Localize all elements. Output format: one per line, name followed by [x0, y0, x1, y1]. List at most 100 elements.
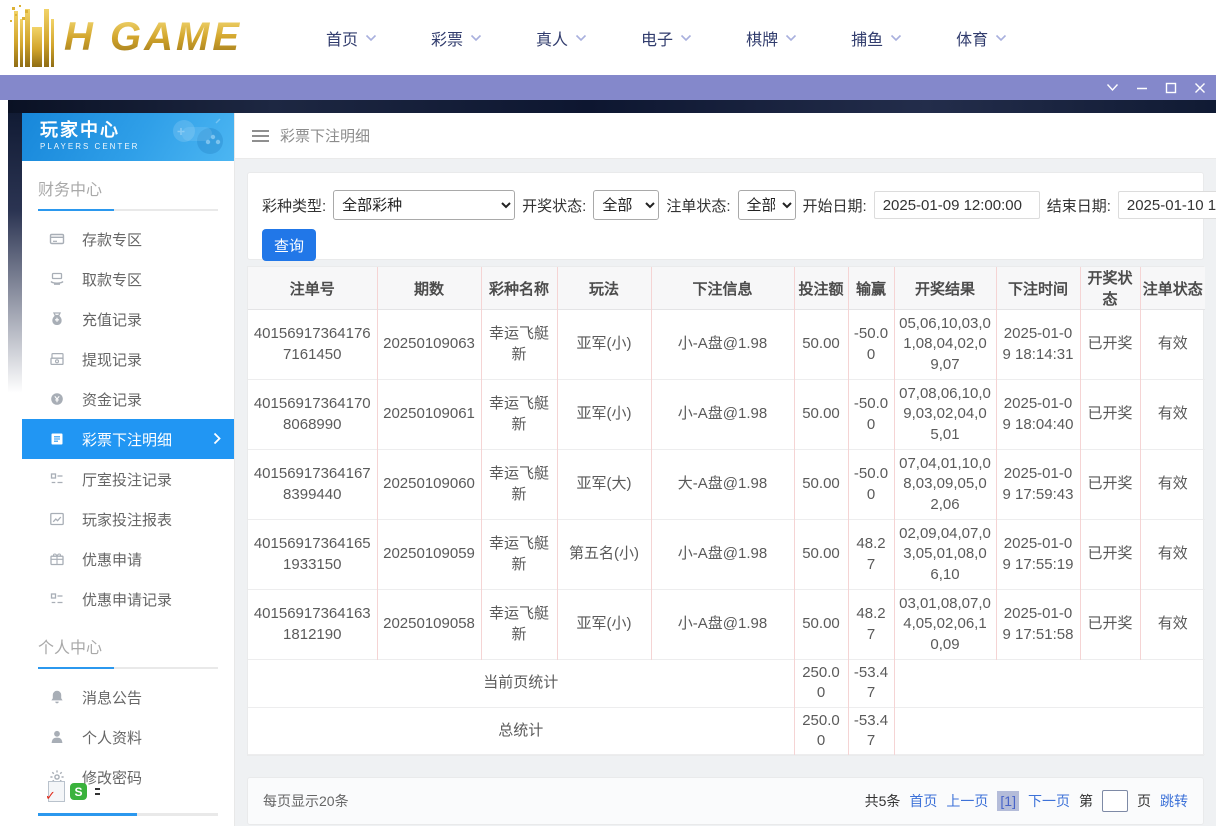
sidebar-item-个人资料[interactable]: 个人资料: [22, 717, 234, 757]
minimize-icon[interactable]: [1136, 82, 1148, 94]
chevron-right-icon: [213, 432, 221, 445]
nav-item-棋牌[interactable]: 棋牌: [746, 26, 797, 50]
summary-row: 总统计 250.00 -53.47: [248, 707, 1205, 755]
chevron-down-icon: [891, 34, 902, 41]
pagination-first[interactable]: 首页: [909, 791, 937, 811]
table-cell: 幸运飞艇新: [480, 379, 557, 450]
sidebar-item-label: 优惠申请记录: [82, 591, 173, 609]
start-date-input[interactable]: [873, 191, 1040, 219]
sidebar-item-消息公告[interactable]: 消息公告: [22, 677, 234, 717]
nav-item-捕鱼[interactable]: 捕鱼: [851, 26, 902, 50]
pagination-bar: 每页显示20条 共5条 首页 上一页 [1] 下一页 第 页 跳转: [247, 777, 1204, 825]
order-status-select[interactable]: 全部: [737, 190, 796, 220]
chevron-down-icon[interactable]: [1106, 83, 1119, 92]
lottery-type-select[interactable]: 全部彩种: [333, 190, 516, 220]
end-date-input[interactable]: [1117, 191, 1216, 219]
column-header-玩法: 玩法: [556, 267, 651, 310]
sidebar-item-label: 充值记录: [82, 311, 143, 329]
sidebar-item-优惠申请[interactable]: 优惠申请: [22, 539, 234, 579]
sidebar-item-label: 优惠申请: [82, 551, 143, 569]
pagination-next[interactable]: 下一页: [1028, 791, 1070, 811]
chevron-down-icon: [575, 34, 587, 41]
app-window-top-edge: [8, 100, 1216, 113]
sidebar-item-优惠申请记录[interactable]: 优惠申请记录: [22, 579, 234, 619]
promo-apply-icon: [50, 553, 64, 566]
page-title: 彩票下注明细: [280, 128, 371, 145]
promo-record-icon: [50, 593, 63, 604]
jump-button[interactable]: 跳转: [1160, 791, 1188, 811]
nav-item-首页[interactable]: 首页: [326, 26, 377, 50]
sidebar-item-label: 取款专区: [82, 271, 143, 289]
table-cell: 已开奖: [1079, 449, 1140, 520]
sidebar-item-提现记录[interactable]: 提现记录: [22, 339, 234, 379]
section-underline: [38, 209, 218, 211]
table-cell: 50.00: [793, 449, 848, 520]
total-count-text: 共5条: [864, 793, 901, 809]
table-cell: 20250109060: [376, 449, 481, 520]
table-cell: 有效: [1139, 379, 1205, 450]
deposit-card-icon: [49, 233, 65, 245]
nav-item-电子[interactable]: 电子: [641, 26, 692, 50]
table-cell: 幸运飞艇新: [480, 449, 557, 520]
table-cell: 401569173641678399440: [253, 465, 371, 503]
hamburger-icon[interactable]: [252, 129, 269, 142]
nav-item-彩票[interactable]: 彩票: [431, 26, 482, 50]
sidebar-section-title: 财务中心: [38, 182, 103, 199]
window-controls: [1106, 75, 1206, 100]
table-cell: 401569173641631812190: [253, 605, 371, 643]
order-status-label: 注单状态:: [666, 197, 731, 215]
column-header-投注额: 投注额: [793, 267, 848, 310]
logo[interactable]: H GAME: [10, 4, 242, 70]
pagination-prev[interactable]: 上一页: [946, 791, 988, 811]
sidebar-item-label: 个人资料: [82, 729, 143, 747]
table-cell: 大-A盘@1.98: [650, 449, 794, 520]
app-window-left-edge: [8, 113, 22, 393]
maximize-icon[interactable]: [1165, 82, 1177, 94]
site-header: H GAME 首页 彩票 真人 电子 棋牌 捕鱼 体育: [0, 0, 1216, 75]
summary-bet-total: 250.00: [793, 707, 848, 755]
draw-status-select[interactable]: 全部: [593, 190, 660, 220]
sidebar-item-充值记录[interactable]: 充值记录: [22, 299, 234, 339]
table-row: 401569173641651933150 20250109059 幸运飞艇新 第五名…: [248, 519, 1205, 590]
nav-item-label: 彩票: [431, 31, 464, 49]
nav-item-真人[interactable]: 真人: [536, 26, 587, 50]
table-cell: -50.00: [847, 449, 894, 520]
table-cell: 2025-01-09 17:55:19: [995, 519, 1080, 590]
sidebar-item-玩家投注报表[interactable]: 玩家投注报表: [22, 499, 234, 539]
more-dots-icon[interactable]: [95, 788, 100, 795]
table-cell: 20250109058: [376, 589, 481, 660]
search-button[interactable]: 查询: [262, 229, 316, 261]
chevron-down-icon: [365, 34, 377, 41]
table-cell: 亚军(小): [556, 309, 651, 380]
main-nav: 首页 彩票 真人 电子 棋牌 捕鱼 体育: [326, 0, 1007, 75]
green-s-app-icon[interactable]: S: [70, 783, 87, 800]
chevron-down-icon: [786, 34, 797, 41]
table-cell: 2025-01-09 17:59:43: [995, 449, 1080, 520]
bet-table-panel: 注单号 期数 彩种名称 玩法 下注信息 投注额 输赢 开奖结果 下注时间 开奖状态 注单状态 401…: [247, 266, 1205, 756]
table-cell: 亚军(小): [556, 589, 651, 660]
jump-page-input[interactable]: [1102, 790, 1128, 812]
nav-item-体育[interactable]: 体育: [956, 26, 1007, 50]
table-cell: 03,01,08,07,04,05,02,06,10,09: [893, 589, 996, 660]
table-cell: 2025-01-09 18:04:40: [995, 379, 1080, 450]
sidebar-item-label: 彩票下注明细: [82, 431, 173, 449]
document-check-icon[interactable]: [45, 781, 65, 804]
sidebar-item-厅室投注记录[interactable]: 厅室投注记录: [22, 459, 234, 499]
sidebar-section-title: 个人中心: [38, 640, 103, 657]
nav-item-label: 真人: [536, 31, 569, 49]
table-cell: 2025-01-09 18:14:31: [995, 309, 1080, 380]
sidebar-item-彩票下注明细[interactable]: 彩票下注明细: [22, 419, 234, 459]
table-cell: 20250109059: [376, 519, 481, 590]
table-cell: 401569173641767161450: [253, 325, 371, 363]
table-cell: 幸运飞艇新: [480, 519, 557, 590]
table-cell: 有效: [1139, 589, 1205, 660]
table-cell: 亚军(小): [556, 379, 651, 450]
sidebar-item-资金记录[interactable]: 资金记录: [22, 379, 234, 419]
sidebar-item-存款专区[interactable]: 存款专区: [22, 219, 234, 259]
sidebar-bottom-rule: [38, 813, 218, 816]
person-icon: [51, 730, 63, 743]
table-cell: 有效: [1139, 309, 1205, 380]
sidebar-sections: 财务中心存款专区取款专区充值记录提现记录 资金记录彩票下注明细厅室投注记录 玩家投注…: [22, 176, 234, 797]
sidebar-item-取款专区[interactable]: 取款专区: [22, 259, 234, 299]
close-icon[interactable]: [1194, 82, 1206, 94]
